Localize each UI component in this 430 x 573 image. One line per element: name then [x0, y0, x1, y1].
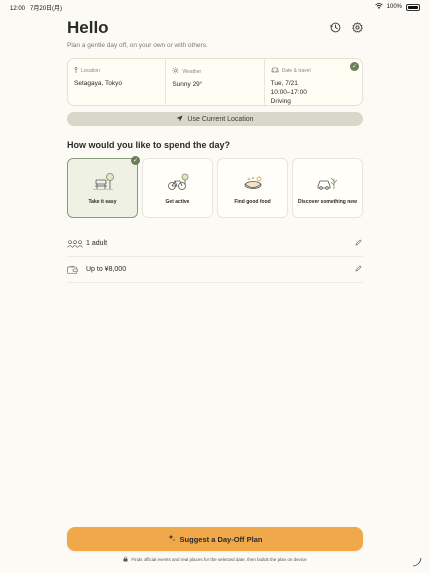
checkmark-icon: ✓ — [131, 156, 140, 165]
bicycle-icon — [167, 173, 188, 190]
page-subtitle: Plan a gentle day off, on your own or wi… — [67, 42, 208, 49]
location-arrow-icon — [176, 114, 183, 124]
page-title: Hello — [67, 18, 109, 37]
trip-info-card[interactable]: Location Setagaya, Tokyo Weather Sunny 2… — [67, 58, 363, 106]
status-bar: 12:00 7月20日(月) 100% — [0, 0, 430, 14]
weather-info: Weather Sunny 29° — [165, 59, 263, 105]
weather-label-row: Weather — [172, 67, 257, 76]
budget-value: Up to ¥8,000 — [86, 266, 127, 273]
status-right: 100% — [374, 3, 420, 11]
use-current-location-label: Use Current Location — [187, 115, 254, 123]
wifi-icon — [374, 3, 383, 11]
weather-value: Sunny 29° — [172, 81, 203, 88]
activity-label: Find good food — [234, 199, 271, 205]
resize-handle-icon — [412, 557, 422, 567]
location-value: Setagaya, Tokyo — [74, 80, 122, 87]
people-row[interactable]: 1 adult — [67, 231, 363, 257]
suggest-day-off-plan-button[interactable]: Suggest a Day-Off Plan — [67, 527, 363, 551]
status-time: 12:00 — [10, 5, 26, 12]
pencil-icon[interactable] — [355, 239, 363, 248]
activity-label: Take it easy — [88, 199, 117, 205]
pencil-icon[interactable] — [355, 265, 363, 274]
sun-icon — [172, 67, 180, 76]
wallet-icon — [67, 265, 83, 274]
location-label: Location — [81, 68, 100, 74]
activity-options: Take it easy ✓ Get active Find good food… — [67, 156, 363, 218]
footnote-text: Finds official events and real places fo… — [131, 557, 307, 562]
activity-label: Get active — [165, 199, 190, 205]
use-current-location-button[interactable]: Use Current Location — [67, 112, 363, 126]
lock-icon — [123, 556, 128, 563]
car-icon — [271, 67, 279, 75]
battery-icon — [406, 3, 420, 11]
date-travel-info[interactable]: Date & travel Tue, 7/21 10:00–17:00 Driv… — [263, 59, 362, 106]
activity-get-active[interactable]: Get active — [142, 158, 213, 218]
activity-discover-something-new[interactable]: Discover something new — [292, 158, 363, 218]
date-travel-value: Tue, 7/21 10:00–17:00 Driving — [271, 80, 356, 106]
checkmark-icon: ✓ — [349, 62, 359, 71]
car-trip-icon — [317, 177, 337, 190]
battery-percent: 100% — [386, 4, 402, 10]
header: Hello Plan a gentle day off, on your own… — [67, 18, 363, 49]
date-travel-label: Date & travel — [281, 68, 311, 74]
section-title: How would you like to spend the day? — [67, 140, 231, 150]
location-label-row: Location — [74, 67, 159, 75]
header-actions — [329, 21, 363, 33]
travel-mode: Driving — [270, 97, 291, 105]
park-bench-icon — [92, 173, 114, 190]
food-bowl-icon — [244, 176, 261, 189]
budget-row[interactable]: Up to ¥8,000 — [67, 257, 363, 283]
activity-find-good-food[interactable]: Find good food — [217, 158, 288, 218]
suggest-label: Suggest a Day-Off Plan — [179, 534, 263, 544]
footnote: Finds official events and real places fo… — [0, 556, 430, 563]
status-time-date: 12:00 7月20日(月) — [10, 3, 62, 12]
status-date: 7月20日(月) — [30, 5, 63, 12]
sparkle-icon — [168, 534, 176, 544]
history-icon[interactable] — [329, 21, 341, 33]
pin-icon — [74, 67, 78, 75]
date-travel-label-row: Date & travel — [271, 67, 356, 75]
people-value: 1 adult — [86, 240, 108, 247]
location-info[interactable]: Location Setagaya, Tokyo — [68, 59, 165, 105]
weather-label: Weather — [182, 68, 202, 75]
activity-take-it-easy[interactable]: Take it easy ✓ — [67, 156, 140, 218]
activity-label: Discover something new — [298, 199, 357, 205]
people-icon — [67, 239, 83, 248]
trip-date: Tue, 7/21 — [270, 80, 298, 87]
trip-time: 10:00–17:00 — [270, 88, 307, 96]
gear-icon[interactable] — [351, 21, 363, 33]
